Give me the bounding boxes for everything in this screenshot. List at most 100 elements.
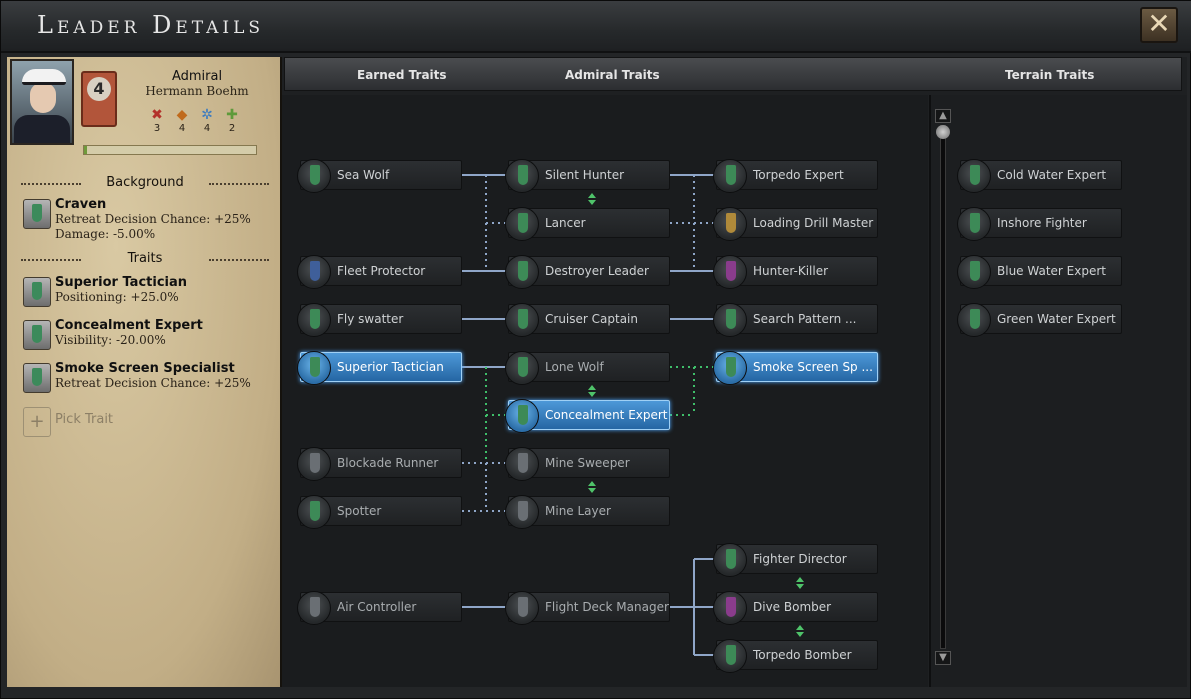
- trait-effect: Retreat Decision Chance: +25%: [55, 212, 251, 226]
- pick-trait-label: Pick Trait: [55, 412, 114, 427]
- title-bar: Leader Details ✕: [1, 1, 1191, 53]
- trait-node-concealment-expert[interactable]: Concealment Expert: [505, 399, 670, 433]
- trait-name: Smoke Screen Specialist: [55, 361, 235, 376]
- defense-icon: ◆: [176, 107, 188, 123]
- trait-node-label: Blue Water Expert: [997, 264, 1106, 278]
- trait-node-superior-tactician[interactable]: Superior Tactician: [297, 351, 462, 385]
- trait-node-label: Cruiser Captain: [545, 312, 638, 326]
- trait-name: Superior Tactician: [55, 275, 188, 290]
- trait-node-label: Hunter-Killer: [753, 264, 829, 278]
- trait-node-label: Search Pattern ...: [753, 312, 857, 326]
- trait-node-dive-bomber[interactable]: Dive Bomber: [713, 591, 878, 625]
- search-pattern-icon: [713, 303, 747, 337]
- fly-swatter-icon: [297, 303, 331, 337]
- leader-details-window: Leader Details ✕ 4 Admiral Hermann Boehm…: [0, 0, 1191, 699]
- trait-node-spotter[interactable]: Spotter: [297, 495, 462, 529]
- trait-node-label: Torpedo Expert: [753, 168, 844, 182]
- scroll-up-arrow-icon[interactable]: ▲: [935, 109, 951, 123]
- trait-node-smoke-screen-specialist[interactable]: Smoke Screen Sp ...: [713, 351, 878, 385]
- plus-icon: +: [23, 407, 51, 437]
- close-button[interactable]: ✕: [1140, 7, 1178, 43]
- trait-node-torpedo-bomber[interactable]: Torpedo Bomber: [713, 639, 878, 673]
- fleet-protector-icon: [297, 255, 331, 289]
- trait-node-flight-deck-manager[interactable]: Flight Deck Manager: [505, 591, 670, 625]
- tab-terrain-traits[interactable]: Terrain Traits: [1005, 68, 1094, 82]
- assigned-trait[interactable]: Superior Tactician Positioning: +25.0%: [21, 275, 276, 311]
- background-header: Background: [21, 175, 269, 190]
- scroll-down-arrow-icon[interactable]: ▼: [935, 651, 951, 665]
- leader-name: Hermann Boehm: [145, 84, 249, 98]
- concealment-expert-icon: [23, 320, 51, 350]
- craven-icon: [23, 199, 51, 229]
- torpedo-expert-icon: [713, 159, 747, 193]
- trait-effect: Visibility: -20.00%: [55, 333, 166, 347]
- terrain-node-inshore-fighter[interactable]: Inshore Fighter: [957, 207, 1122, 241]
- tab-earned-traits[interactable]: Earned Traits: [357, 68, 447, 82]
- trait-node-label: Silent Hunter: [545, 168, 625, 182]
- trait-node-label: Spotter: [337, 504, 382, 518]
- trait-node-label: Torpedo Bomber: [753, 648, 852, 662]
- trait-node-label: Flight Deck Manager: [545, 600, 669, 614]
- trait-effect: Retreat Decision Chance: +25%: [55, 376, 251, 390]
- superior-tactician-icon: [297, 351, 331, 385]
- trait-node-destroyer-leader[interactable]: Destroyer Leader: [505, 255, 670, 289]
- trait-node-fly-swatter[interactable]: Fly swatter: [297, 303, 462, 337]
- scroll-track[interactable]: [940, 125, 946, 649]
- trait-node-label: Sea Wolf: [337, 168, 390, 182]
- trait-node-fighter-director[interactable]: Fighter Director: [713, 543, 878, 577]
- tab-admiral-traits[interactable]: Admiral Traits: [565, 68, 660, 82]
- leader-info-panel: 4 Admiral Hermann Boehm ✖ 3 ◆ 4 ✲ 4 ✚ 2 …: [7, 57, 282, 687]
- scroll-thumb[interactable]: [936, 125, 950, 139]
- assigned-trait[interactable]: Smoke Screen Specialist Retreat Decision…: [21, 361, 276, 397]
- skill-coordination: ✚ 2: [222, 107, 242, 134]
- destroyer-leader-icon: [505, 255, 539, 289]
- terrain-node-cold-water-expert[interactable]: Cold Water Expert: [957, 159, 1122, 193]
- trait-name: Craven: [55, 197, 107, 212]
- assigned-trait[interactable]: Concealment Expert Visibility: -20.00%: [21, 318, 276, 354]
- rank-level: 4: [87, 77, 111, 101]
- trait-node-cruiser-captain[interactable]: Cruiser Captain: [505, 303, 670, 337]
- rank-badge-icon: 4: [81, 71, 117, 127]
- concealment-expert-icon: [505, 399, 539, 433]
- trait-name: Concealment Expert: [55, 318, 203, 333]
- traits-header: Traits: [21, 251, 269, 266]
- trait-node-label: Smoke Screen Sp ...: [753, 360, 873, 374]
- trait-node-label: Cold Water Expert: [997, 168, 1107, 182]
- pick-trait-button[interactable]: + Pick Trait: [21, 405, 221, 439]
- cruiser-captain-icon: [505, 303, 539, 337]
- dive-bomber-icon: [713, 591, 747, 625]
- tree-scrollbar[interactable]: ▲ ▼: [935, 109, 951, 665]
- trait-node-label: Blockade Runner: [337, 456, 439, 470]
- trait-node-sea-wolf[interactable]: Sea Wolf: [297, 159, 462, 193]
- lancer-icon: [505, 207, 539, 241]
- hunter-killer-icon: [713, 255, 747, 289]
- trait-node-label: Mine Sweeper: [545, 456, 630, 470]
- trait-node-loading-drill-master[interactable]: Loading Drill Master: [713, 207, 878, 241]
- trait-node-mine-sweeper[interactable]: Mine Sweeper: [505, 447, 670, 481]
- skill-value: 4: [178, 123, 186, 134]
- coordination-icon: ✚: [226, 107, 238, 123]
- terrain-node-blue-water-expert[interactable]: Blue Water Expert: [957, 255, 1122, 289]
- cold-water-expert-icon: [957, 159, 991, 193]
- fighter-director-icon: [713, 543, 747, 577]
- blue-water-expert-icon: [957, 255, 991, 289]
- skill-value: 4: [203, 123, 211, 134]
- trait-node-label: Mine Layer: [545, 504, 611, 518]
- flight-deck-manager-icon: [505, 591, 539, 625]
- trait-node-blockade-runner[interactable]: Blockade Runner: [297, 447, 462, 481]
- trait-tabs: Earned Traits Admiral Traits Terrain Tra…: [284, 57, 1182, 91]
- trait-node-lancer[interactable]: Lancer: [505, 207, 670, 241]
- trait-node-torpedo-expert[interactable]: Torpedo Expert: [713, 159, 878, 193]
- trait-node-label: Lancer: [545, 216, 586, 230]
- background-trait: Craven Retreat Decision Chance: +25% Dam…: [21, 197, 276, 241]
- spotter-icon: [297, 495, 331, 529]
- trait-node-lone-wolf[interactable]: Lone Wolf: [505, 351, 670, 385]
- trait-node-search-pattern[interactable]: Search Pattern ...: [713, 303, 878, 337]
- trait-node-silent-hunter[interactable]: Silent Hunter: [505, 159, 670, 193]
- trait-node-air-controller[interactable]: Air Controller: [297, 591, 462, 625]
- terrain-node-green-water-expert[interactable]: Green Water Expert: [957, 303, 1122, 337]
- sea-wolf-icon: [297, 159, 331, 193]
- trait-node-fleet-protector[interactable]: Fleet Protector: [297, 255, 462, 289]
- trait-node-mine-layer[interactable]: Mine Layer: [505, 495, 670, 529]
- trait-node-hunter-killer[interactable]: Hunter-Killer: [713, 255, 878, 289]
